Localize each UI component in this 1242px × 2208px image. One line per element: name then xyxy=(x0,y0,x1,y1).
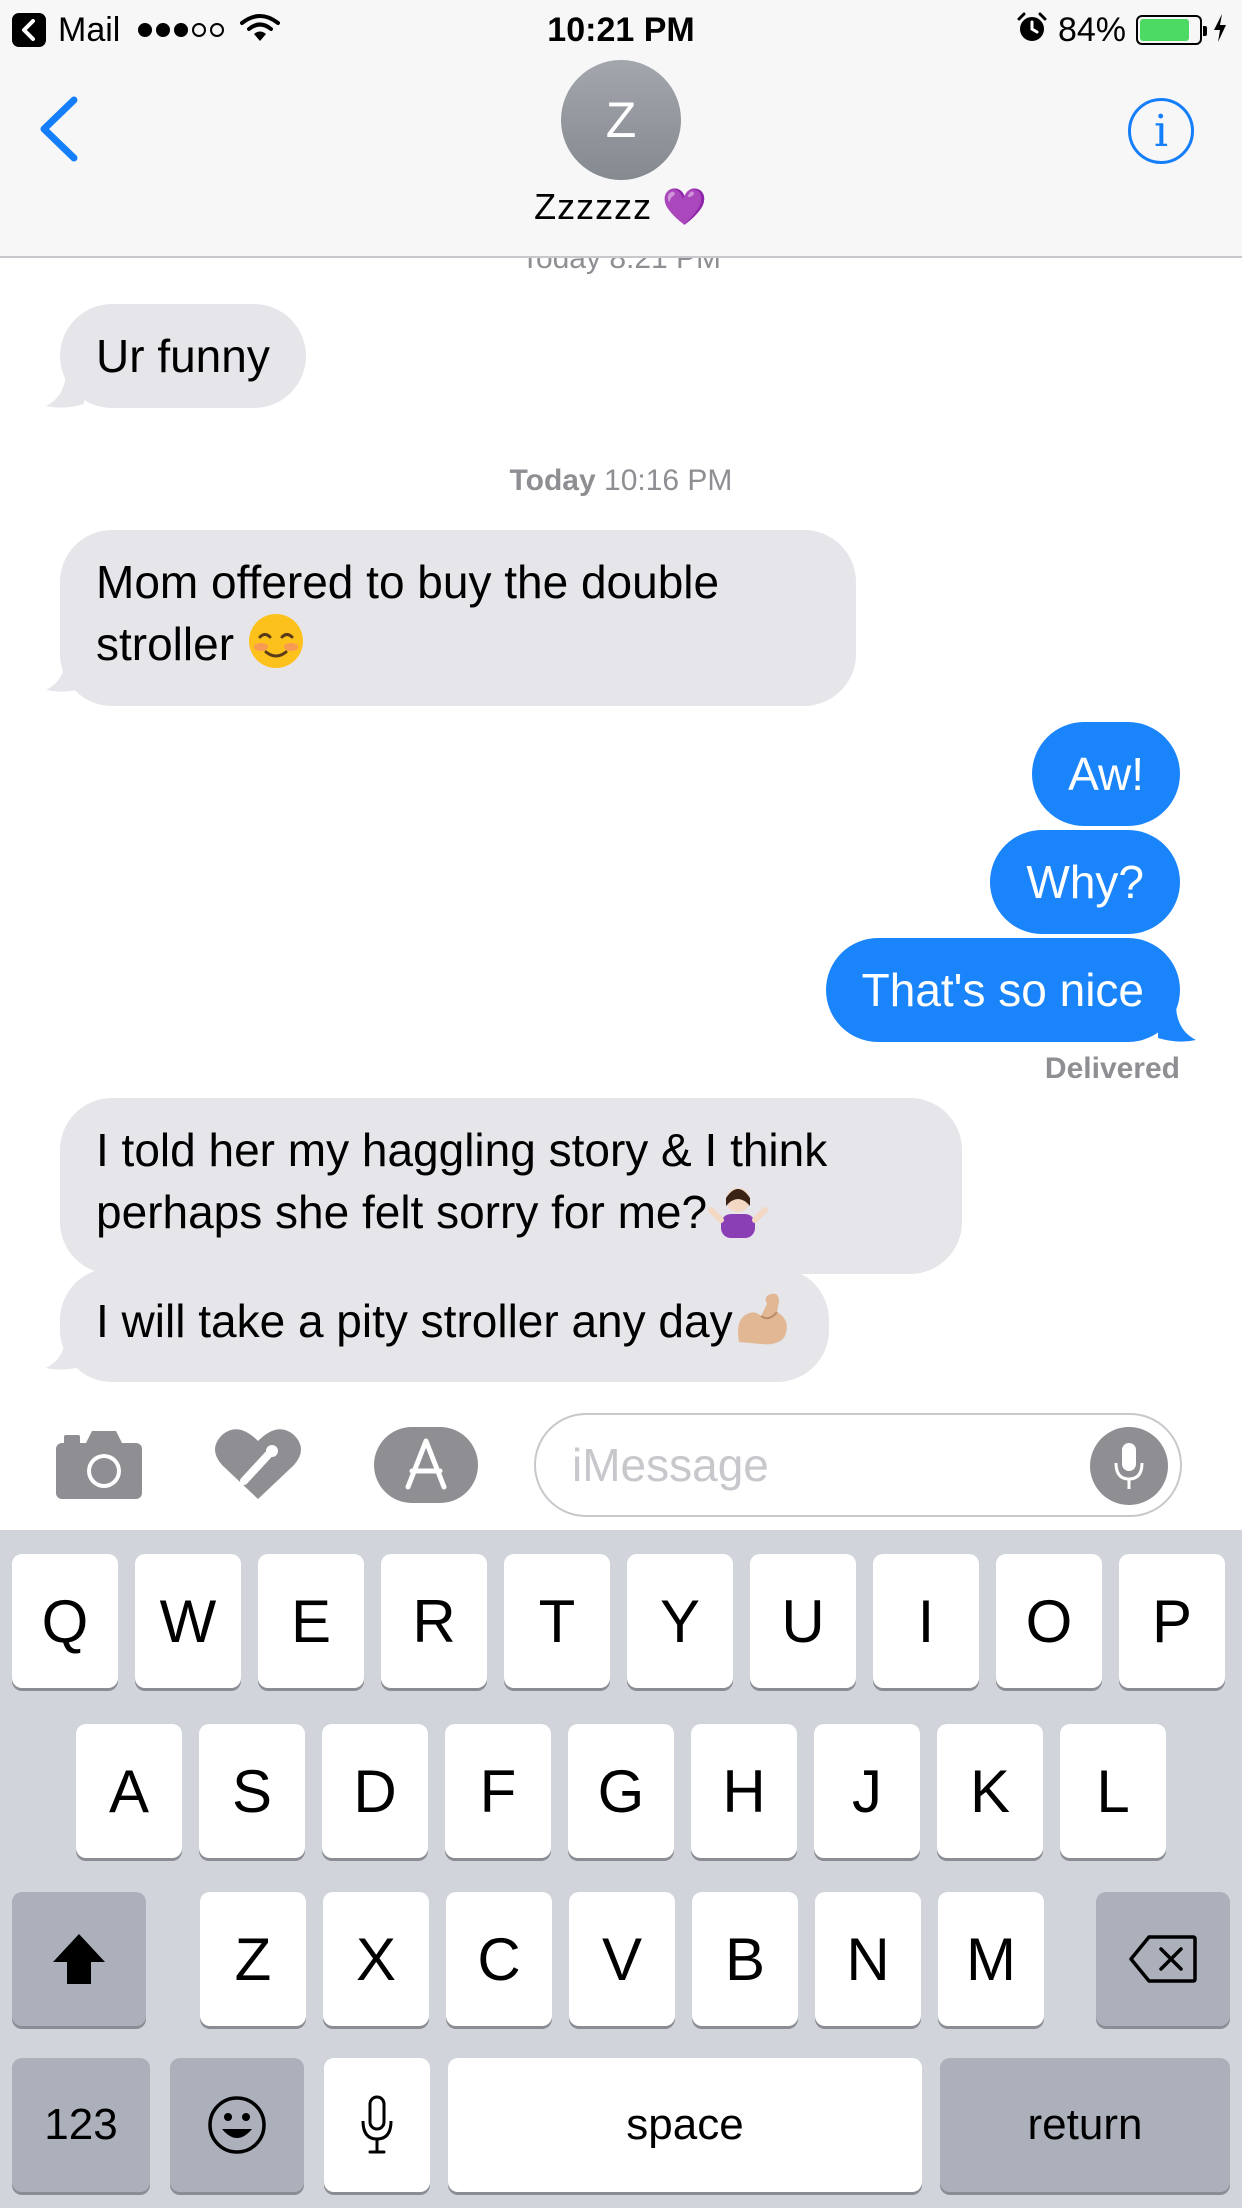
microphone-icon xyxy=(1114,1443,1144,1489)
shift-key[interactable] xyxy=(12,1892,146,2026)
camera-button[interactable] xyxy=(56,1431,142,1504)
message-text: Ur funny xyxy=(96,330,270,382)
key-b[interactable]: B xyxy=(692,1892,798,2026)
key-r[interactable]: R xyxy=(381,1554,487,1688)
message-text: Aw! xyxy=(1068,748,1144,800)
bubble-tail xyxy=(1158,1004,1196,1042)
digital-touch-icon xyxy=(215,1429,301,1499)
message-text: Why? xyxy=(1026,856,1144,908)
shrug-emoji xyxy=(707,1180,769,1252)
incoming-message[interactable]: Ur funny xyxy=(60,304,306,408)
message-text: I will take a pity stroller any day xyxy=(96,1295,733,1348)
key-p[interactable]: P xyxy=(1119,1554,1225,1688)
timestamp-day: Today xyxy=(509,464,596,497)
imessage-input[interactable] xyxy=(572,1435,1072,1495)
app-store-button[interactable] xyxy=(374,1427,478,1508)
key-h[interactable]: H xyxy=(691,1724,797,1858)
battery-percent: 84% xyxy=(1057,10,1126,49)
key-g[interactable]: G xyxy=(568,1724,674,1858)
message-text-line: stroller xyxy=(96,618,235,671)
incoming-message[interactable]: I will take a pity stroller any day xyxy=(60,1268,829,1382)
contact-name: Zzzzzz xyxy=(534,186,653,227)
outgoing-message[interactable]: That's so nice xyxy=(825,938,1180,1042)
incoming-message[interactable]: I told her my haggling story & I think p… xyxy=(60,1098,962,1274)
key-o[interactable]: O xyxy=(996,1554,1102,1688)
timestamp-time: 10:16 PM xyxy=(604,464,733,497)
shift-icon xyxy=(53,1934,105,1984)
key-x[interactable]: X xyxy=(323,1892,429,2026)
timestamp: Today 10:16 PM xyxy=(0,464,1242,498)
key-f[interactable]: F xyxy=(445,1724,551,1858)
bubble-tail xyxy=(46,1332,84,1370)
emoji-key[interactable] xyxy=(170,2058,304,2192)
avatar-initial: Z xyxy=(605,92,637,148)
key-i[interactable]: I xyxy=(873,1554,979,1688)
key-a[interactable]: A xyxy=(76,1724,182,1858)
key-n[interactable]: N xyxy=(815,1892,921,2026)
message-text-line: perhaps she felt sorry for me? xyxy=(96,1186,708,1239)
return-key[interactable]: return xyxy=(940,2058,1230,2192)
bubble-tail xyxy=(46,370,84,408)
contact-name-row[interactable]: Zzzzzz 💜 xyxy=(0,186,1242,228)
status-bar: Mail 10:21 PM 84% xyxy=(0,0,1242,60)
info-button[interactable]: i xyxy=(1128,98,1194,164)
outgoing-message[interactable]: Why? xyxy=(990,830,1180,934)
key-e[interactable]: E xyxy=(258,1554,364,1688)
message-text: That's so nice xyxy=(861,964,1144,1016)
info-icon: i xyxy=(1153,105,1169,157)
space-key[interactable]: space xyxy=(448,2058,922,2192)
bubble-tail xyxy=(46,654,84,692)
key-w[interactable]: W xyxy=(135,1554,241,1688)
numbers-key[interactable]: 123 xyxy=(12,2058,150,2192)
delivered-status: Delivered xyxy=(1044,1052,1180,1085)
delete-key[interactable] xyxy=(1096,1892,1230,2026)
key-d[interactable]: D xyxy=(322,1724,428,1858)
key-m[interactable]: M xyxy=(938,1892,1044,2026)
imessage-field[interactable] xyxy=(534,1413,1182,1517)
charging-bolt-icon xyxy=(1212,13,1228,48)
key-y[interactable]: Y xyxy=(627,1554,733,1688)
conversation-header: Z Zzzzzz 💜 i xyxy=(0,60,1242,258)
contact-avatar[interactable]: Z xyxy=(561,60,681,180)
dictation-button[interactable] xyxy=(1090,1427,1168,1505)
flexed-biceps-emoji xyxy=(733,1290,793,1360)
message-text-line: I told her my haggling story & I think xyxy=(96,1124,828,1176)
microphone-icon xyxy=(361,2095,393,2154)
key-k[interactable]: K xyxy=(937,1724,1043,1858)
message-text-line: Mom offered to buy the double xyxy=(96,556,720,608)
battery-icon xyxy=(1136,15,1207,45)
smiling-face-emoji xyxy=(247,612,305,684)
key-q[interactable]: Q xyxy=(12,1554,118,1688)
digital-touch-button[interactable] xyxy=(214,1425,302,1506)
app-store-icon xyxy=(374,1427,478,1503)
backspace-icon xyxy=(1129,1935,1197,1983)
key-j[interactable]: J xyxy=(814,1724,920,1858)
camera-icon xyxy=(56,1431,142,1499)
key-c[interactable]: C xyxy=(446,1892,552,2026)
key-t[interactable]: T xyxy=(504,1554,610,1688)
alarm-icon xyxy=(1016,12,1048,49)
emoji-icon xyxy=(208,2096,266,2154)
purple-heart-emoji: 💜 xyxy=(662,186,708,227)
dictation-key[interactable] xyxy=(324,2058,430,2192)
key-v[interactable]: V xyxy=(569,1892,675,2026)
key-u[interactable]: U xyxy=(750,1554,856,1688)
back-button[interactable] xyxy=(28,94,88,164)
key-l[interactable]: L xyxy=(1060,1724,1166,1858)
chevron-left-icon xyxy=(40,96,78,162)
incoming-message[interactable]: Mom offered to buy the double stroller xyxy=(60,530,856,706)
message-input-bar xyxy=(0,1395,1242,1530)
key-s[interactable]: S xyxy=(199,1724,305,1858)
keyboard: 123 space return QWERTYUIOP ASDFGHJKL ZXCV… xyxy=(0,1530,1242,2208)
outgoing-message[interactable]: Aw! xyxy=(1032,722,1180,826)
key-z[interactable]: Z xyxy=(200,1892,306,2026)
